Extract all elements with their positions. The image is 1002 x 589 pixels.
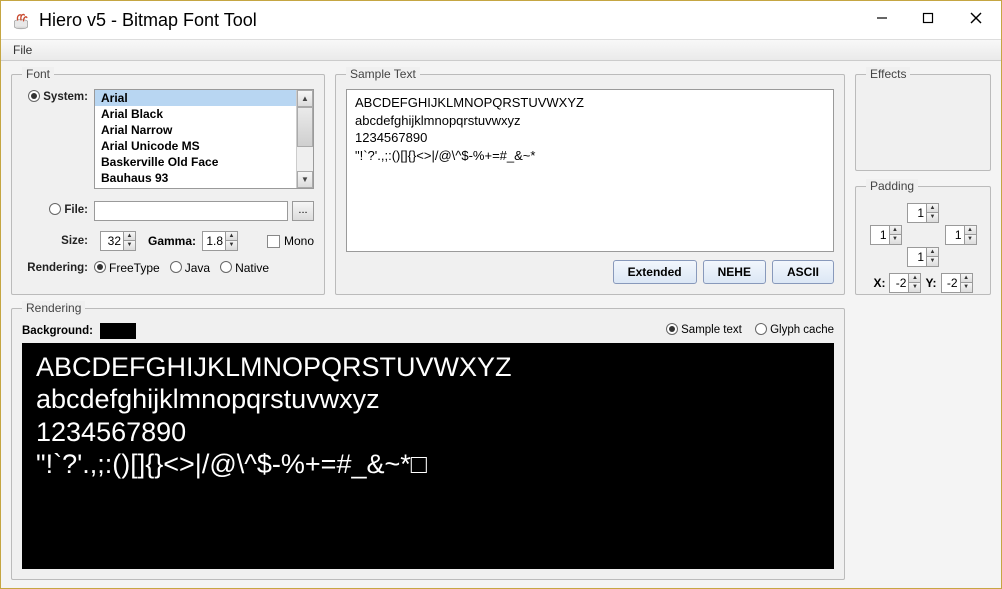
size-spinner[interactable]: ▲▼ [100, 231, 136, 251]
spinner-down-icon[interactable]: ▼ [927, 257, 938, 266]
pad-left-spinner[interactable]: ▲▼ [870, 225, 902, 245]
menubar: File [1, 39, 1001, 61]
radio-file[interactable]: File: [49, 204, 88, 216]
content-area: Font System: Arial Arial Black Arial Nar… [1, 61, 1001, 588]
window-title: Hiero v5 - Bitmap Font Tool [39, 10, 859, 31]
font-list-scrollbar[interactable]: ▲ ▼ [296, 90, 313, 188]
spinner-up-icon[interactable]: ▲ [927, 248, 938, 257]
radio-sample-text[interactable]: Sample text [666, 324, 742, 336]
gamma-spinner[interactable]: ▲▼ [202, 231, 238, 251]
font-listbox[interactable]: Arial Arial Black Arial Narrow Arial Uni… [94, 89, 314, 189]
maximize-button[interactable] [905, 3, 951, 33]
spinner-up-icon[interactable]: ▲ [890, 226, 901, 235]
checkbox-icon [267, 235, 280, 248]
spinner-down-icon[interactable]: ▼ [927, 213, 938, 222]
pad-y-label: Y: [925, 276, 936, 290]
minimize-button[interactable] [859, 3, 905, 33]
radio-icon [755, 323, 767, 335]
font-item[interactable]: Arial [95, 90, 296, 106]
scroll-up-icon[interactable]: ▲ [297, 90, 313, 107]
pad-x-spinner[interactable]: ▲▼ [889, 273, 921, 293]
menu-file[interactable]: File [7, 41, 38, 59]
pad-y-spinner[interactable]: ▲▼ [941, 273, 973, 293]
spinner-up-icon[interactable]: ▲ [927, 204, 938, 213]
size-input[interactable] [101, 232, 123, 250]
spinner-down-icon[interactable]: ▼ [124, 241, 135, 250]
font-item[interactable]: Arial Narrow [95, 122, 296, 138]
font-panel: Font System: Arial Arial Black Arial Nar… [11, 67, 325, 295]
mono-checkbox[interactable]: Mono [267, 234, 314, 248]
sample-textarea[interactable]: ABCDEFGHIJKLMNOPQRSTUVWXYZ abcdefghijklm… [346, 89, 834, 252]
pad-left-input[interactable] [871, 226, 889, 244]
rendering-legend: Rendering [22, 301, 85, 315]
effects-panel: Effects [855, 67, 991, 171]
font-legend: Font [22, 67, 54, 81]
titlebar: Hiero v5 - Bitmap Font Tool [1, 1, 1001, 39]
close-button[interactable] [951, 3, 1001, 33]
pad-y-input[interactable] [942, 274, 960, 292]
radio-icon [49, 203, 61, 215]
effects-legend: Effects [866, 67, 910, 81]
pad-x-input[interactable] [890, 274, 908, 292]
pad-x-label: X: [873, 276, 885, 290]
pad-bottom-spinner[interactable]: ▲▼ [907, 247, 939, 267]
sample-text-panel: Sample Text ABCDEFGHIJKLMNOPQRSTUVWXYZ a… [335, 67, 845, 295]
spinner-up-icon[interactable]: ▲ [909, 274, 920, 283]
radio-native[interactable]: Native [220, 261, 269, 275]
spinner-down-icon[interactable]: ▼ [961, 283, 972, 292]
spinner-up-icon[interactable]: ▲ [961, 274, 972, 283]
font-file-input[interactable] [94, 201, 288, 221]
rendering-label: Rendering: [22, 262, 94, 274]
radio-system[interactable]: System: [28, 91, 88, 103]
pad-top-spinner[interactable]: ▲▼ [907, 203, 939, 223]
font-item[interactable]: Arial Black [95, 106, 296, 122]
scroll-track[interactable] [297, 147, 313, 171]
font-item[interactable]: Baskerville Old Face [95, 154, 296, 170]
pad-right-input[interactable] [946, 226, 964, 244]
rendering-preview: ABCDEFGHIJKLMNOPQRSTUVWXYZ abcdefghijklm… [22, 343, 834, 569]
rendering-panel: Rendering Background: Sample text Glyph … [11, 301, 845, 580]
sample-legend: Sample Text [346, 67, 420, 81]
browse-button[interactable]: ... [292, 201, 314, 221]
background-label: Background: [22, 325, 93, 337]
app-icon [11, 10, 31, 30]
spinner-down-icon[interactable]: ▼ [965, 235, 976, 244]
radio-icon [666, 323, 678, 335]
spinner-down-icon[interactable]: ▼ [909, 283, 920, 292]
radio-glyph-cache[interactable]: Glyph cache [755, 324, 834, 336]
size-label: Size: [22, 235, 94, 247]
radio-icon [220, 261, 232, 273]
ascii-button[interactable]: ASCII [772, 260, 834, 284]
nehe-button[interactable]: NEHE [703, 260, 766, 284]
extended-button[interactable]: Extended [613, 260, 697, 284]
scroll-thumb[interactable] [297, 107, 313, 147]
pad-bottom-input[interactable] [908, 248, 926, 266]
gamma-label: Gamma: [148, 234, 196, 248]
spinner-up-icon[interactable]: ▲ [965, 226, 976, 235]
radio-freetype[interactable]: FreeType [94, 261, 160, 275]
radio-java[interactable]: Java [170, 261, 210, 275]
radio-icon [94, 261, 106, 273]
spinner-down-icon[interactable]: ▼ [226, 241, 237, 250]
background-swatch[interactable] [100, 323, 136, 339]
spinner-down-icon[interactable]: ▼ [890, 235, 901, 244]
pad-top-input[interactable] [908, 204, 926, 222]
font-item[interactable]: Arial Unicode MS [95, 138, 296, 154]
scroll-down-icon[interactable]: ▼ [297, 171, 313, 188]
pad-right-spinner[interactable]: ▲▼ [945, 225, 977, 245]
radio-icon [28, 90, 40, 102]
padding-panel: Padding ▲▼ ▲▼ ▲▼ [855, 179, 991, 295]
gamma-input[interactable] [203, 232, 225, 250]
font-item[interactable]: Bauhaus 93 [95, 170, 296, 186]
padding-legend: Padding [866, 179, 918, 193]
spinner-up-icon[interactable]: ▲ [124, 232, 135, 241]
radio-icon [170, 261, 182, 273]
spinner-up-icon[interactable]: ▲ [226, 232, 237, 241]
